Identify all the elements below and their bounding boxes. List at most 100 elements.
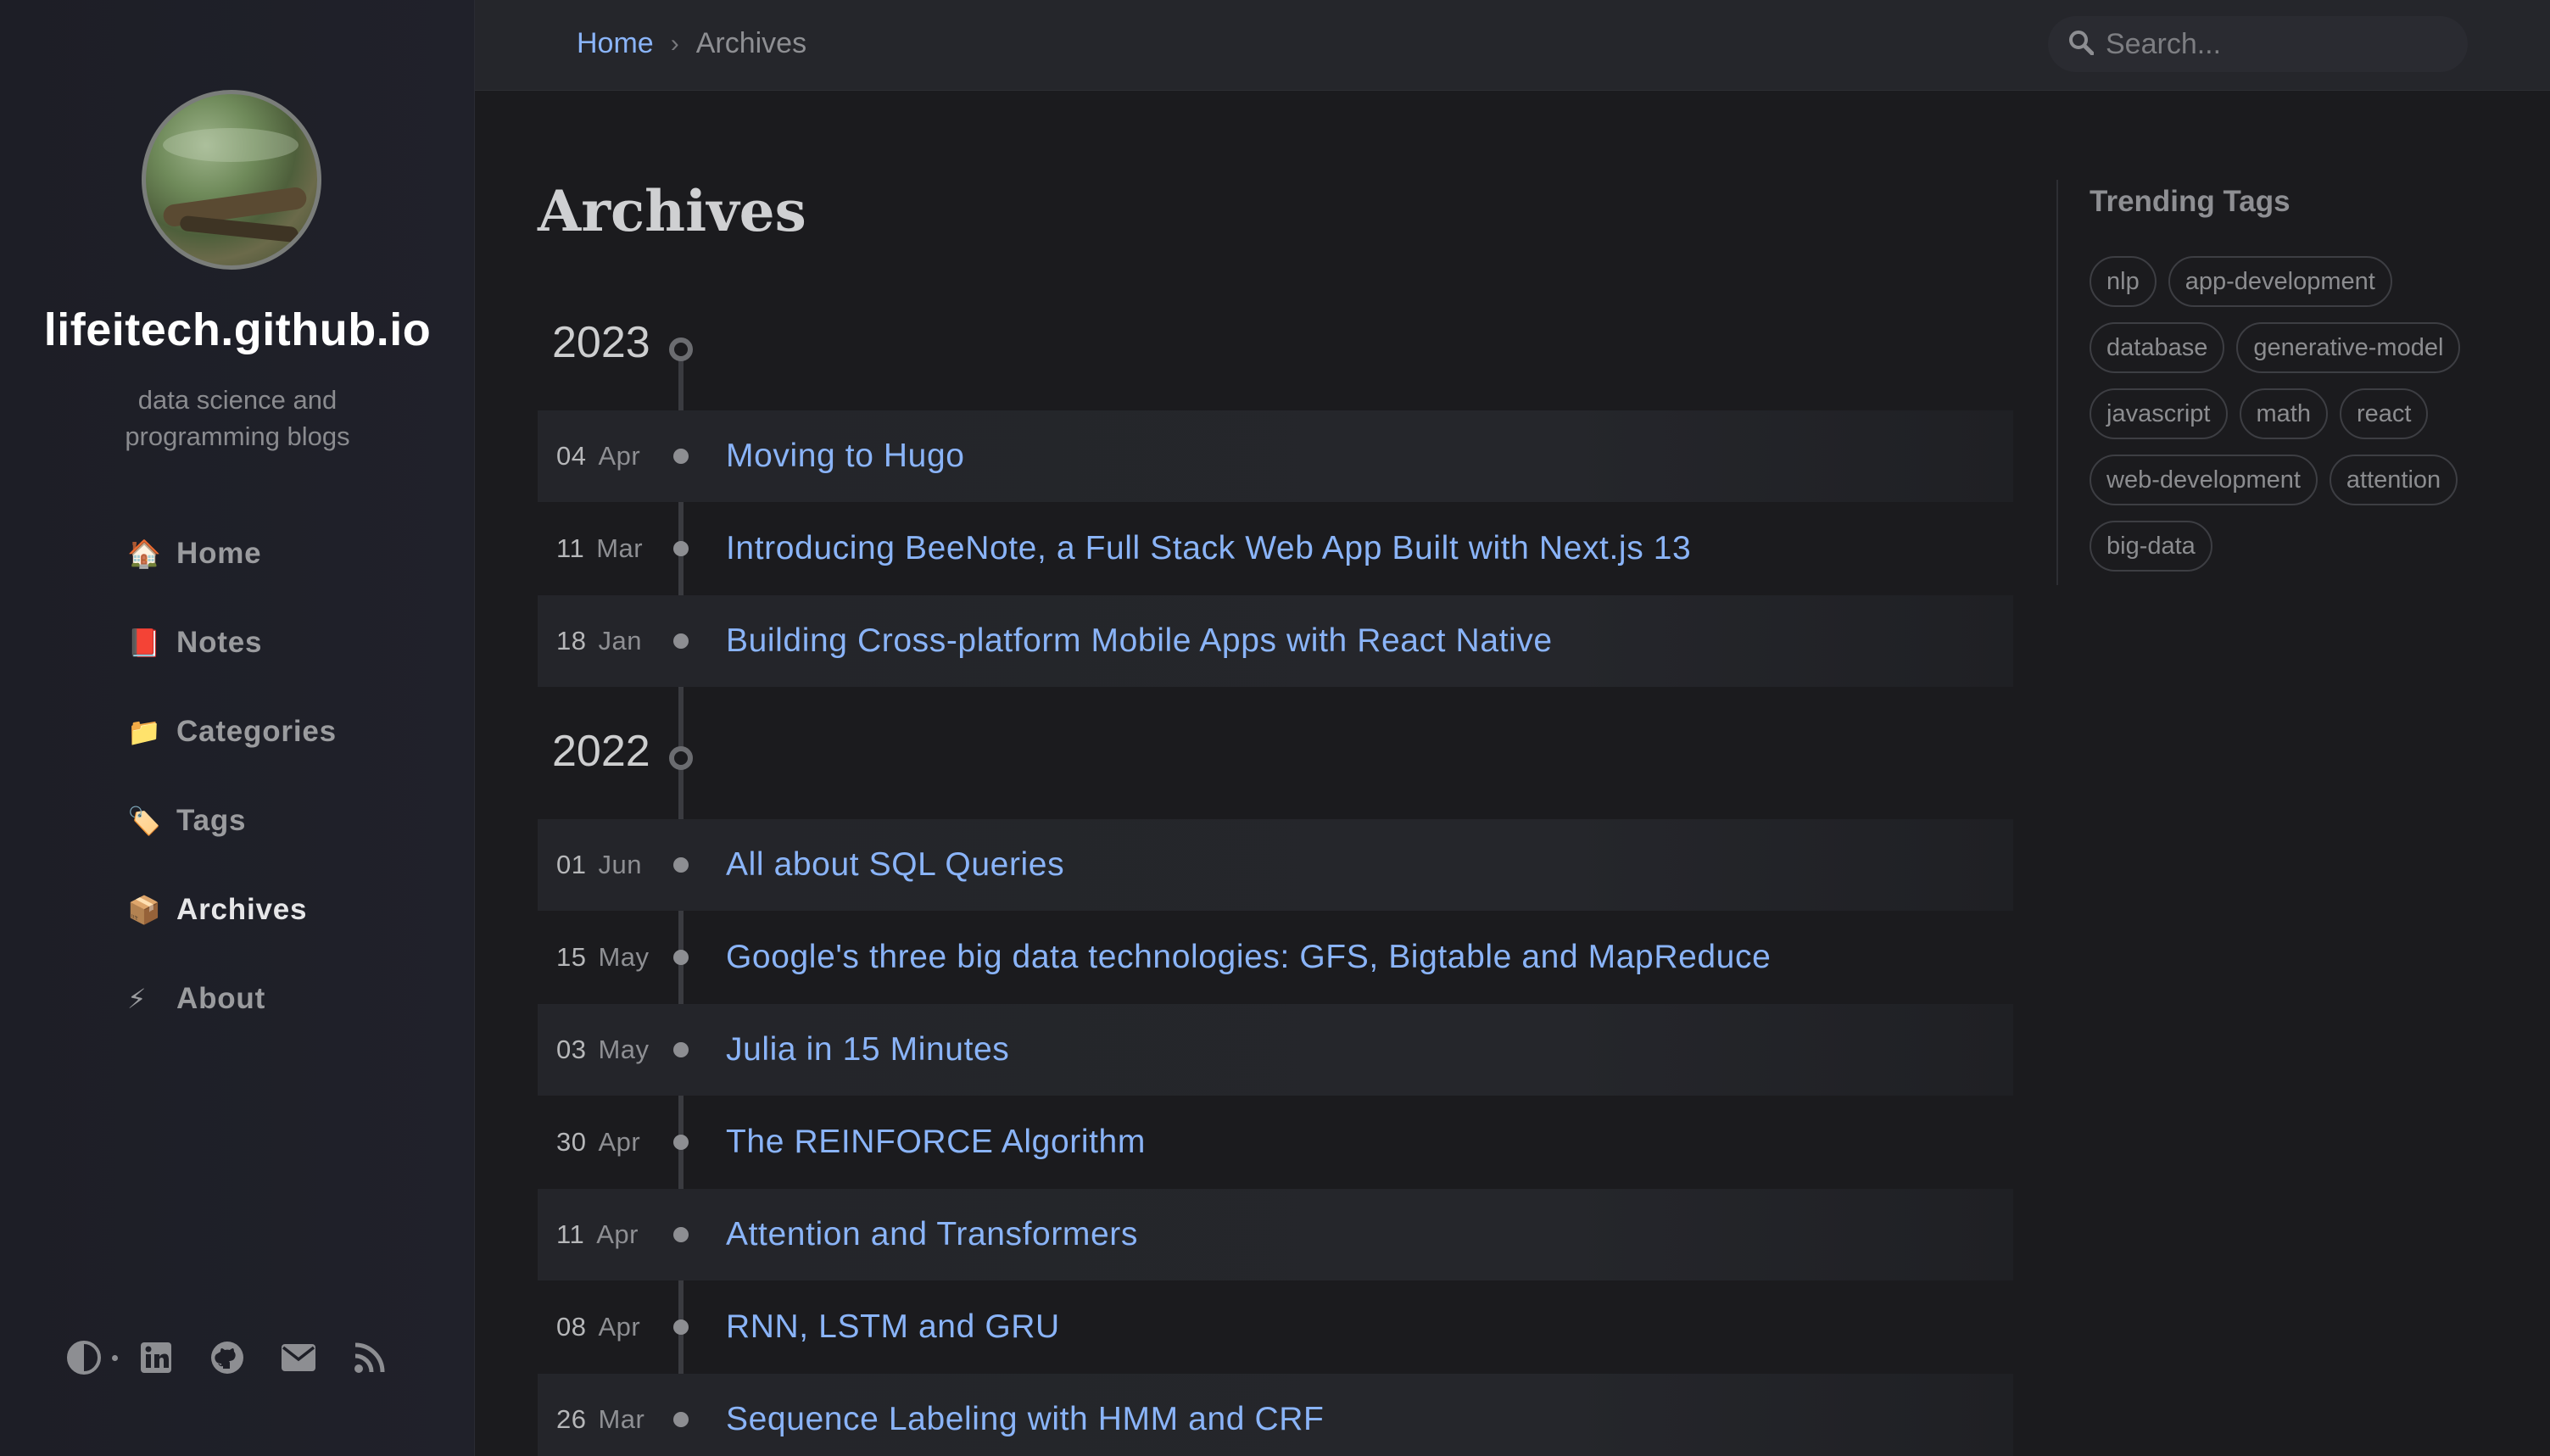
sidebar-bottom-links (66, 1340, 423, 1375)
sidebar-item-tags[interactable]: 🏷️ Tags (127, 776, 337, 865)
rss-icon[interactable] (352, 1340, 388, 1375)
post-title-link[interactable]: Moving to Hugo (726, 438, 965, 475)
separator-dot (112, 1354, 118, 1361)
tag-pill[interactable]: web-development (2090, 455, 2318, 505)
post-date: 11 Apr (538, 1219, 665, 1250)
lightning-icon: ⚡ (127, 983, 148, 1014)
post-month: Mar (598, 1404, 645, 1434)
post-date: 11 Mar (538, 533, 665, 564)
sidebar-item-home[interactable]: 🏠 Home (127, 509, 337, 598)
sidebar-item-archives[interactable]: 📦 Archives (127, 865, 337, 954)
sidebar-item-categories[interactable]: 📁 Categories (127, 687, 337, 776)
email-icon[interactable] (281, 1340, 316, 1375)
post-marker (673, 633, 689, 649)
trending-tags-title: Trending Tags (2090, 185, 2291, 218)
post-title-link[interactable]: Building Cross-platform Mobile Apps with… (726, 622, 1553, 660)
post-marker (673, 1227, 689, 1242)
archive-post-row: 01 Jun All about SQL Queries (538, 819, 2013, 911)
tag-pill[interactable]: javascript (2090, 388, 2228, 439)
post-day: 30 (556, 1127, 587, 1157)
tag-icon: 🏷️ (127, 805, 162, 836)
year-marker (669, 338, 693, 361)
post-title-link[interactable]: All about SQL Queries (726, 846, 1064, 884)
breadcrumb-separator: › (670, 29, 679, 58)
tag-pill[interactable]: react (2339, 388, 2429, 439)
tag-pill[interactable]: nlp (2090, 256, 2157, 307)
post-marker (673, 1042, 689, 1057)
site-subtitle: data science and programming blogs (125, 385, 350, 451)
book-icon: 📕 (127, 627, 162, 658)
post-title-link[interactable]: Sequence Labeling with HMM and CRF (726, 1401, 1324, 1438)
post-date: 15 May (538, 942, 665, 973)
folder-icon: 📁 (127, 716, 162, 747)
breadcrumb-current: Archives (695, 27, 807, 59)
trending-tags-panel: Trending Tags nlp app-development database… (2056, 180, 2480, 585)
post-month: May (598, 942, 650, 972)
post-title-link[interactable]: RNN, LSTM and GRU (726, 1308, 1060, 1346)
package-icon: 📦 (127, 894, 162, 925)
post-marker (673, 541, 689, 556)
archive-post-row: 04 Apr Moving to Hugo (538, 410, 2013, 502)
trending-tags-list: nlp app-development database generative-mod… (2090, 256, 2488, 587)
year-heading: 2022 (552, 727, 650, 776)
post-date: 18 Jan (538, 626, 665, 656)
post-title-link[interactable]: Google's three big data technologies: GF… (726, 939, 1771, 976)
breadcrumb-home-link[interactable]: Home (577, 27, 654, 60)
tag-pill[interactable]: attention (2329, 455, 2458, 505)
post-date: 03 May (538, 1035, 665, 1065)
post-date: 04 Apr (538, 441, 665, 471)
github-icon[interactable] (209, 1340, 245, 1375)
post-month: May (598, 1035, 650, 1064)
sidebar-item-label: Notes (176, 625, 263, 659)
breadcrumb: Home › Archives (577, 27, 806, 60)
post-title-link[interactable]: Julia in 15 Minutes (726, 1031, 1009, 1068)
tag-pill[interactable]: database (2090, 322, 2225, 373)
archive-post-row: 15 May Google's three big data technologie… (538, 912, 2013, 1003)
archive-post-row: 18 Jan Building Cross-platform Mobile Apps… (538, 595, 2013, 687)
post-day: 11 (556, 533, 585, 563)
post-date: 26 Mar (538, 1404, 665, 1435)
post-date: 01 Jun (538, 850, 665, 880)
sidebar-item-about[interactable]: ⚡ About (127, 954, 337, 1043)
post-date: 08 Apr (538, 1312, 665, 1342)
avatar[interactable] (142, 90, 321, 270)
tag-pill[interactable]: generative-model (2236, 322, 2461, 373)
post-month: Apr (598, 1312, 641, 1342)
sidebar-item-label: Archives (176, 892, 308, 926)
sidebar-item-label: About (176, 981, 266, 1015)
site-title[interactable]: lifeitech.github.io (0, 304, 475, 356)
sidebar-item-notes[interactable]: 📕 Notes (127, 598, 337, 687)
tag-pill[interactable]: app-development (2168, 256, 2392, 307)
search-box[interactable] (2048, 16, 2468, 72)
post-title-link[interactable]: Introducing BeeNote, a Full Stack Web Ap… (726, 530, 1691, 567)
post-month: Jan (598, 626, 642, 655)
post-day: 15 (556, 942, 587, 972)
page-title: Archives (538, 178, 806, 244)
tag-pill[interactable]: math (2239, 388, 2328, 439)
search-input[interactable] (2106, 27, 2445, 61)
post-marker (673, 950, 689, 965)
linkedin-icon[interactable] (138, 1340, 174, 1375)
theme-toggle-icon[interactable] (66, 1340, 102, 1375)
search-icon (2068, 30, 2095, 59)
post-month: Mar (596, 533, 644, 563)
archive-post-row: 03 May Julia in 15 Minutes (538, 1004, 2013, 1096)
tag-pill[interactable]: big-data (2090, 521, 2212, 572)
year-marker (669, 746, 693, 770)
post-marker (673, 1319, 689, 1335)
post-title-link[interactable]: Attention and Transformers (726, 1216, 1138, 1253)
year-heading: 2023 (552, 318, 650, 367)
archive-post-row: 26 Mar Sequence Labeling with HMM and CRF (538, 1374, 2013, 1456)
post-title-link[interactable]: The REINFORCE Algorithm (726, 1124, 1146, 1161)
post-month: Apr (598, 441, 641, 471)
sidebar-item-label: Categories (176, 714, 337, 748)
post-month: Apr (598, 1127, 641, 1157)
post-date: 30 Apr (538, 1127, 665, 1158)
post-day: 01 (556, 850, 587, 879)
archive-post-row: 11 Mar Introducing BeeNote, a Full Stack W… (538, 503, 2013, 594)
post-month: Jun (598, 850, 642, 879)
post-day: 08 (556, 1312, 587, 1342)
post-day: 18 (556, 626, 587, 655)
sidebar-item-label: Home (176, 536, 262, 570)
post-marker (673, 857, 689, 873)
